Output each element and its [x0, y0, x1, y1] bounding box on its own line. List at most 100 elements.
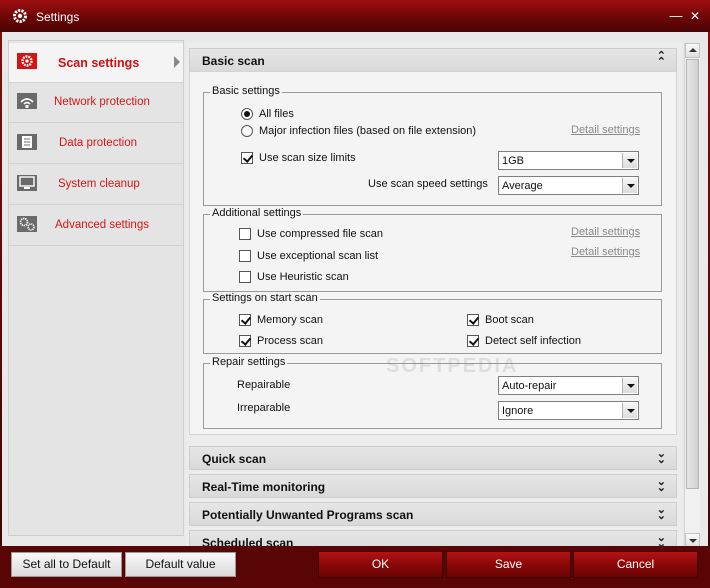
sidebar-item-data-protection[interactable]: Data protection [9, 124, 183, 164]
select-value: Auto-repair [502, 380, 557, 392]
checkbox-heuristic-scan[interactable]: Use Heuristic scan [239, 270, 349, 284]
group-start-scan: Settings on start scan Memory scan Proce… [203, 292, 662, 354]
repairable-select[interactable]: Auto-repair [498, 376, 639, 395]
chevron-down-icon[interactable] [622, 178, 637, 193]
radio-button[interactable] [241, 125, 253, 137]
radio-major-infection[interactable]: Major infection files (based on file ext… [241, 124, 476, 138]
checkbox[interactable] [239, 314, 251, 326]
checkbox[interactable] [239, 271, 251, 283]
window-title: Settings [36, 10, 80, 24]
chevron-down-icon[interactable] [622, 378, 637, 393]
set-all-default-button[interactable]: Set all to Default [11, 552, 122, 577]
document-icon [17, 134, 37, 150]
vertical-scrollbar[interactable] [684, 43, 700, 548]
scroll-thumb[interactable] [686, 59, 699, 489]
chevron-down-icon[interactable] [622, 153, 637, 168]
select-value: Ignore [502, 405, 534, 417]
section-header-real-time-monitoring[interactable]: Real-Time monitoring ⌄ ⌄ [189, 474, 677, 498]
section-title: Basic scan [202, 54, 265, 68]
sidebar-item-scan-settings[interactable]: Scan settings [9, 43, 183, 83]
network-icon [17, 93, 37, 109]
detail-settings-link[interactable]: Detail settings [571, 246, 640, 258]
active-indicator-arrow [174, 56, 180, 68]
sidebar-item-label: System cleanup [58, 178, 140, 190]
ok-button[interactable]: OK [318, 551, 443, 578]
checkbox-label: Process scan [257, 335, 324, 347]
detail-settings-link[interactable]: Detail settings [571, 226, 640, 238]
section-header-pup-scan[interactable]: Potentially Unwanted Programs scan ⌄ ⌄ [189, 502, 677, 526]
checkbox-label: Use Heuristic scan [257, 271, 349, 283]
section-title: Potentially Unwanted Programs scan [202, 508, 414, 522]
minimize-button[interactable]: — [669, 9, 683, 23]
title-bar[interactable]: Settings — ✕ [0, 0, 710, 32]
group-basic-settings: Basic settings All files Major infection… [203, 85, 662, 206]
collapse-icon[interactable]: ⌃ ⌃ [657, 51, 666, 68]
sidebar: Scan settings Network protection Data pr… [8, 40, 184, 536]
section-title: Real-Time monitoring [202, 480, 326, 494]
section-header-basic-scan[interactable]: Basic scan ⌃ ⌃ [189, 48, 677, 72]
basic-scan-panel: Basic settings All files Major infection… [189, 71, 677, 435]
select-value: 1GB [502, 155, 525, 167]
scan-speed-label: Use scan speed settings [368, 178, 488, 190]
sidebar-item-system-cleanup[interactable]: System cleanup [9, 165, 183, 205]
checkbox-boot-scan[interactable]: Boot scan [467, 313, 534, 327]
watermark: SOFTPEDIA [386, 355, 519, 377]
expand-icon[interactable]: ⌄ ⌄ [657, 449, 666, 466]
section-header-quick-scan[interactable]: Quick scan ⌄ ⌄ [189, 446, 677, 470]
checkbox-memory-scan[interactable]: Memory scan [239, 313, 323, 327]
group-additional-settings: Additional settings Use compressed file … [203, 207, 662, 292]
close-button[interactable]: ✕ [688, 9, 702, 23]
settings-content: Basic scan ⌃ ⌃ Basic settings All files M… [186, 43, 682, 548]
default-value-button[interactable]: Default value [125, 552, 236, 577]
group-legend: Basic settings [210, 85, 282, 97]
checkbox[interactable] [241, 152, 253, 164]
checkbox-label: Detect self infection [485, 335, 581, 347]
sidebar-item-label: Data protection [59, 137, 137, 149]
sidebar-item-label: Scan settings [58, 56, 140, 70]
sidebar-item-label: Network protection [54, 96, 150, 108]
chevron-down-icon[interactable] [622, 403, 637, 418]
checkbox-label: Boot scan [485, 314, 534, 326]
gear-icon [17, 53, 37, 69]
checkbox[interactable] [239, 335, 251, 347]
sidebar-item-label: Advanced settings [55, 219, 149, 231]
checkbox[interactable] [467, 314, 479, 326]
checkbox-exceptional-scan-list[interactable]: Use exceptional scan list [239, 249, 378, 263]
checkbox[interactable] [239, 250, 251, 262]
radio-label: All files [259, 108, 294, 120]
checkbox-detect-self-infection[interactable]: Detect self infection [467, 334, 581, 348]
monitor-icon [17, 175, 37, 191]
checkbox[interactable] [467, 335, 479, 347]
radio-label: Major infection files (based on file ext… [259, 125, 477, 137]
detail-settings-link[interactable]: Detail settings [571, 124, 640, 136]
group-legend: Additional settings [210, 207, 304, 219]
sidebar-item-network-protection[interactable]: Network protection [9, 83, 183, 123]
gear-icon [13, 9, 27, 23]
group-legend: Settings on start scan [210, 292, 320, 304]
settings-window: Settings — ✕ Scan settings Network prote… [0, 0, 710, 588]
scan-speed-select[interactable]: Average [498, 176, 639, 195]
select-value: Average [502, 180, 543, 192]
checkbox-label: Use exceptional scan list [257, 250, 379, 262]
checkbox-compressed-file-scan[interactable]: Use compressed file scan [239, 227, 383, 241]
radio-button[interactable] [241, 108, 253, 120]
cancel-button[interactable]: Cancel [573, 551, 698, 578]
sidebar-item-advanced-settings[interactable]: Advanced settings [9, 206, 183, 246]
checkbox-scan-size-limits[interactable]: Use scan size limits [241, 151, 356, 165]
repairable-label: Repairable [237, 379, 291, 391]
group-legend: Repair settings [210, 356, 288, 368]
checkbox-label: Use scan size limits [259, 152, 356, 164]
save-button[interactable]: Save [446, 551, 571, 578]
expand-icon[interactable]: ⌄ ⌄ [657, 477, 666, 494]
scan-size-select[interactable]: 1GB [498, 151, 639, 170]
irreparable-select[interactable]: Ignore [498, 401, 639, 420]
checkbox-label: Use compressed file scan [257, 228, 383, 240]
checkbox[interactable] [239, 228, 251, 240]
gears-icon [17, 216, 37, 232]
irreparable-label: Irreparable [237, 402, 291, 414]
section-title: Quick scan [202, 452, 267, 466]
expand-icon[interactable]: ⌄ ⌄ [657, 505, 666, 522]
scroll-up-button[interactable] [685, 43, 700, 58]
radio-all-files[interactable]: All files [241, 107, 294, 121]
checkbox-process-scan[interactable]: Process scan [239, 334, 323, 348]
